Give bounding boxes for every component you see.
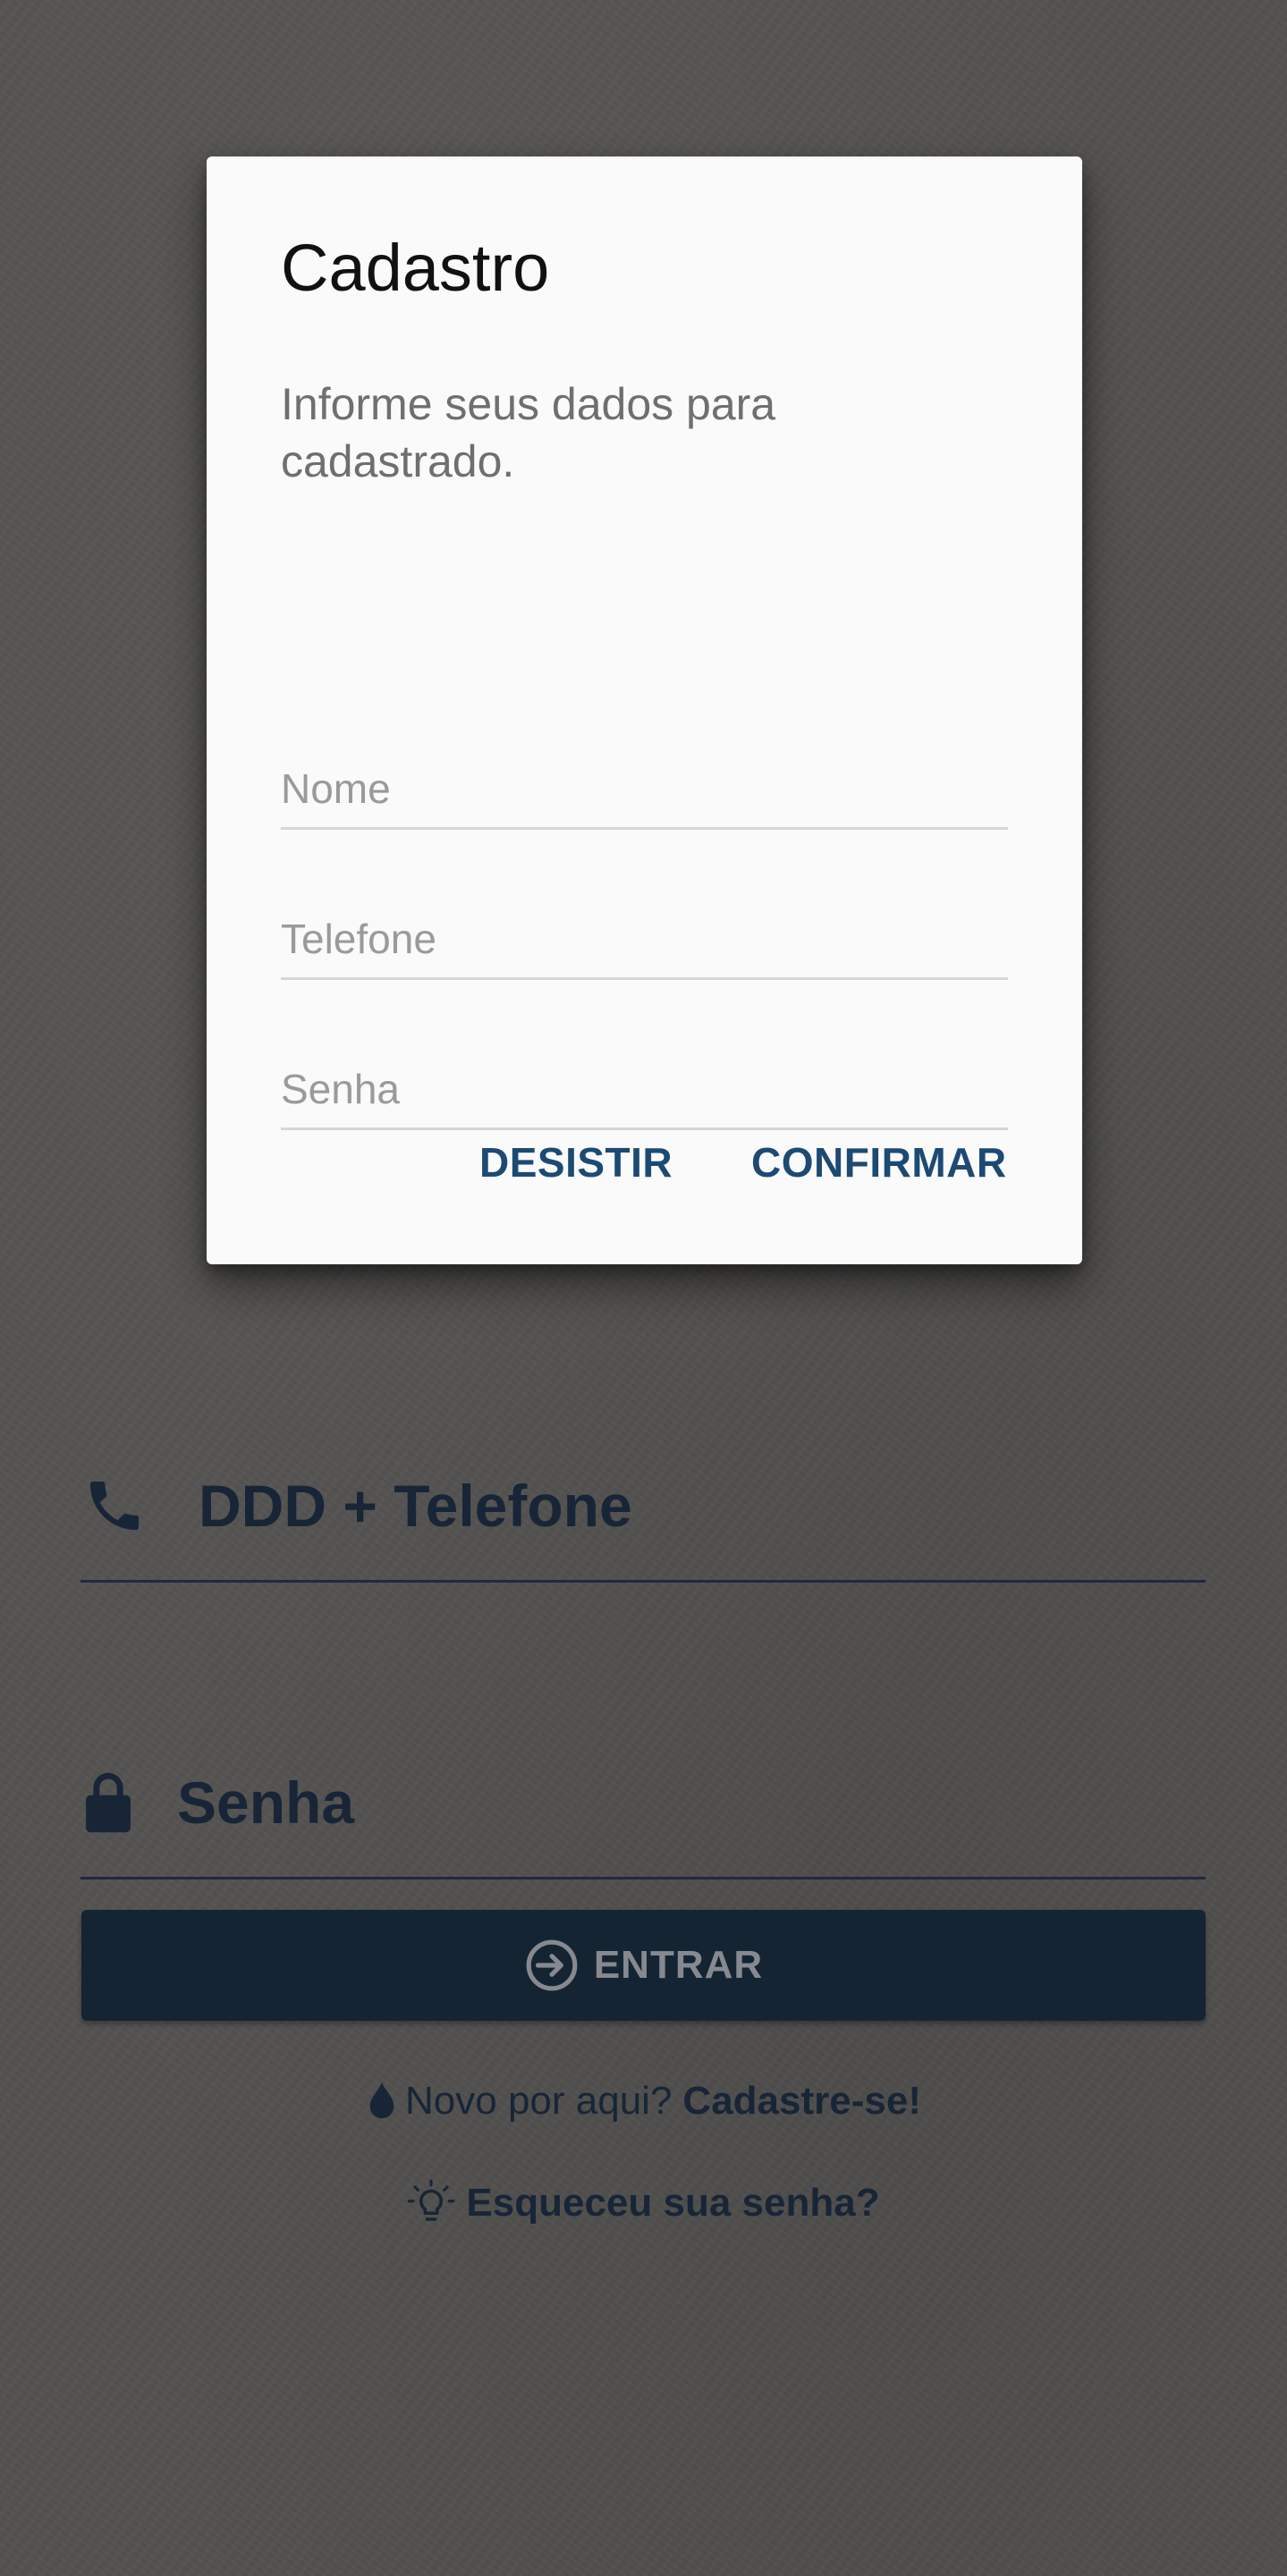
dialog-message: Informe seus dados para cadastrado.	[281, 379, 776, 486]
password-input[interactable]	[281, 1055, 1008, 1130]
phone-input[interactable]	[281, 905, 1008, 980]
signup-dialog: Cadastro Informe seus dados para cadastr…	[207, 156, 1082, 1264]
cancel-button[interactable]: DESISTIR	[479, 1138, 673, 1187]
dialog-title: Cadastro	[281, 231, 550, 305]
confirm-button[interactable]: CONFIRMAR	[751, 1138, 1007, 1187]
name-input[interactable]	[281, 755, 1008, 830]
